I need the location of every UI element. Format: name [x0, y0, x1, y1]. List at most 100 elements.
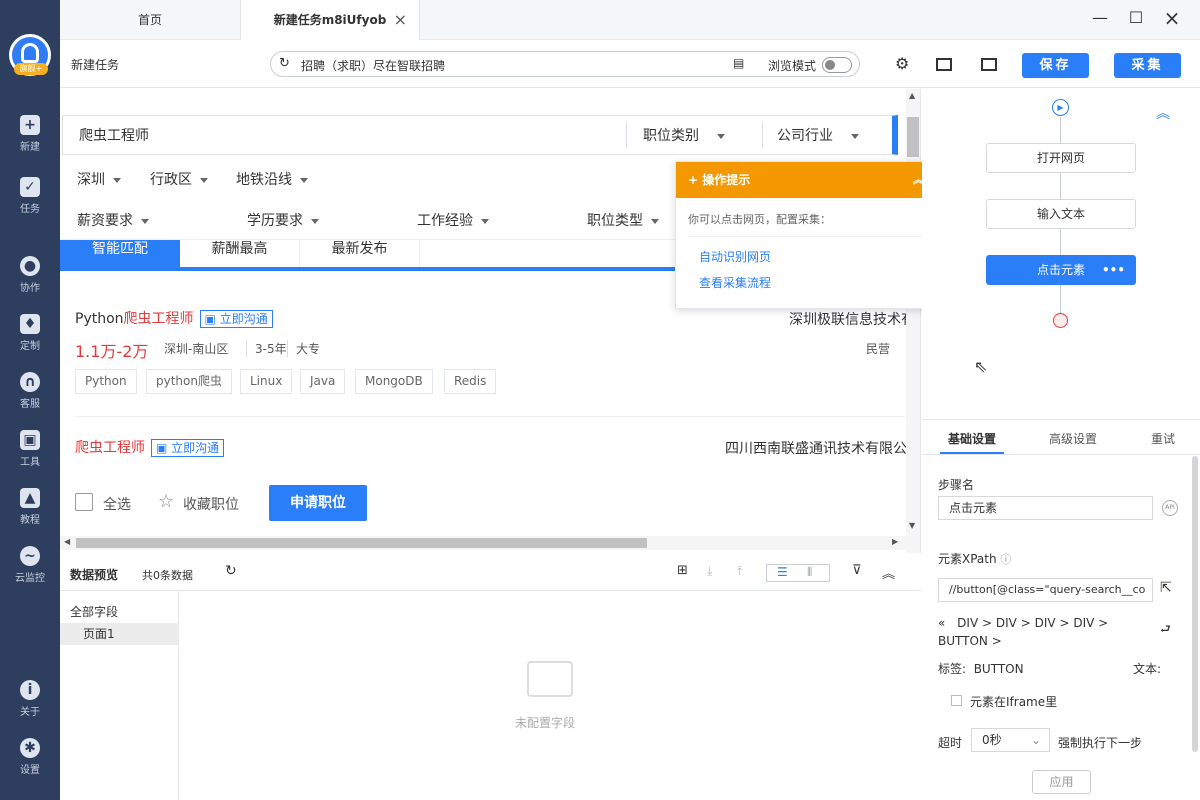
iframe-checkbox[interactable]	[951, 695, 962, 706]
company-name-2[interactable]: 四川西南联盛通讯技术有限公	[725, 438, 907, 458]
timeout-select[interactable]: 0秒 ⌄	[971, 728, 1050, 752]
sort-tab-smart[interactable]: 智能匹配	[60, 240, 180, 267]
filter-education[interactable]: 学历要求	[247, 210, 319, 230]
scroll-up-icon[interactable]: ▲	[909, 91, 915, 100]
filter-label: 学历要求	[247, 213, 303, 229]
sidebar-item-tools[interactable]: ▣ 工具	[0, 430, 60, 480]
chat-button[interactable]: ▣ 立即沟通	[151, 439, 225, 457]
filter-salary[interactable]: 薪资要求	[77, 210, 149, 230]
search-keyword[interactable]: 爬虫工程师	[79, 125, 149, 145]
sidebar-item-service[interactable]: ∩ 客服	[0, 372, 60, 422]
tab-new-task[interactable]: 新建任务m8iUfyob ×	[240, 0, 420, 41]
all-fields-item[interactable]: 全部字段	[70, 603, 118, 620]
view-toggle[interactable]: ☰ ⦀	[766, 564, 830, 582]
help-icon[interactable]: ⓘ	[1000, 553, 1011, 566]
list-view-icon[interactable]: ☰	[777, 565, 788, 579]
vertical-scrollbar[interactable]: ▲ ▼	[906, 89, 920, 553]
filter-district[interactable]: 行政区	[150, 169, 208, 189]
path-part[interactable]: DIV	[996, 616, 1017, 630]
industry-select[interactable]: 公司行业	[777, 125, 859, 145]
sidebar-item-settings[interactable]: ✱ 设置	[0, 738, 60, 788]
api-icon[interactable]: API	[1162, 500, 1178, 516]
tab-basic-settings[interactable]: 基础设置	[948, 430, 996, 447]
path-part[interactable]: BUTTON	[938, 634, 988, 648]
flow-node-open-page[interactable]: 打开网页	[986, 143, 1136, 173]
company-type: 民营	[866, 342, 891, 356]
star-icon[interactable]: ☆	[158, 491, 174, 512]
page-item[interactable]: 页面1	[60, 623, 179, 645]
sidebar-item-new[interactable]: + 新建	[0, 115, 60, 165]
apply-settings-button[interactable]: 应用	[1032, 770, 1091, 794]
sort-tab-latest[interactable]: 最新发布	[300, 240, 420, 267]
scroll-down-icon[interactable]: ▼	[909, 521, 915, 530]
return-icon[interactable]: ⮐	[1160, 620, 1171, 641]
settings-gear-icon[interactable]: ⚙	[895, 54, 909, 73]
collect-button[interactable]: 采集	[1114, 53, 1181, 78]
filter-experience[interactable]: 工作经验	[417, 210, 489, 230]
app-logo[interactable]: 旗舰+	[9, 34, 51, 76]
step-name-input[interactable]: 点击元素	[938, 496, 1153, 520]
download-icon[interactable]: ⤓	[707, 564, 712, 579]
sidebar-item-team[interactable]: ● 协作	[0, 256, 60, 306]
path-back-icon[interactable]: «	[938, 616, 945, 630]
filter-icon[interactable]: ⊽	[852, 563, 862, 578]
scroll-left-icon[interactable]: ◀	[64, 537, 70, 546]
auto-detect-link[interactable]: 自动识别网页	[699, 248, 771, 265]
refresh-icon[interactable]: ↻	[225, 563, 237, 579]
tab-home[interactable]: 首页	[60, 0, 240, 40]
tab-advanced-settings[interactable]: 高级设置	[1049, 430, 1097, 447]
sidebar-item-about[interactable]: i 关于	[0, 680, 60, 730]
layout-bottom-icon[interactable]	[936, 58, 952, 71]
save-button[interactable]: 保存	[1022, 53, 1089, 78]
flow-node-input-text[interactable]: 输入文本	[986, 199, 1136, 229]
hscroll-thumb[interactable]	[76, 538, 647, 548]
maximize-icon[interactable]: ☐	[1124, 8, 1148, 28]
end-node-icon[interactable]	[1053, 313, 1068, 328]
job-search-bar[interactable]: 爬虫工程师 职位类别 公司行业	[62, 115, 898, 155]
filter-subway[interactable]: 地铁沿线	[236, 169, 308, 189]
filter-job-type[interactable]: 职位类型	[587, 210, 659, 230]
apply-button[interactable]: 申请职位	[269, 485, 367, 521]
scroll-right-icon[interactable]: ▶	[892, 537, 898, 546]
column-view-icon[interactable]: ⦀	[807, 565, 812, 580]
settings-scrollbar[interactable]	[1192, 456, 1198, 752]
more-icon[interactable]: •••	[1102, 256, 1125, 284]
select-all-checkbox[interactable]	[75, 493, 93, 511]
refresh-icon[interactable]: ↻	[279, 56, 290, 71]
job-category-select[interactable]: 职位类别	[643, 125, 725, 145]
filter-label: 行政区	[150, 172, 192, 188]
start-node-icon[interactable]: ▶	[1052, 99, 1069, 116]
page-icon[interactable]: ▤	[733, 56, 744, 70]
close-window-icon[interactable]: ×	[1160, 8, 1184, 28]
favorite-label[interactable]: 收藏职位	[183, 494, 239, 514]
sort-tab-salary[interactable]: 薪酬最高	[180, 240, 300, 267]
minimize-icon[interactable]: —	[1088, 8, 1112, 28]
view-flow-link[interactable]: 查看采集流程	[699, 274, 771, 291]
upload-icon[interactable]: ⤒	[737, 564, 742, 579]
job-title-1[interactable]: Python爬虫工程师 ▣ 立即沟通	[75, 308, 273, 328]
task-title: 新建任务	[71, 58, 120, 72]
add-field-icon[interactable]: ⊞	[677, 563, 688, 578]
sidebar-item-tutorial[interactable]: ▲ 教程	[0, 488, 60, 538]
chat-button[interactable]: ▣ 立即沟通	[199, 310, 273, 328]
scroll-thumb[interactable]	[907, 117, 919, 157]
browse-mode-toggle[interactable]	[822, 57, 852, 73]
sidebar-item-cloud[interactable]: ~ 云监控	[0, 546, 60, 596]
filter-city[interactable]: 深圳	[77, 169, 121, 189]
collapse-icon[interactable]: ︽	[882, 563, 895, 582]
layout-right-icon[interactable]	[981, 58, 997, 71]
path-part[interactable]: DIV	[957, 616, 978, 630]
collapse-up-icon[interactable]: ︽	[1156, 103, 1170, 123]
company-name-1[interactable]: 深圳极联信息技术有	[789, 309, 915, 329]
path-part[interactable]: DIV	[1035, 616, 1056, 630]
job-title-2[interactable]: 爬虫工程师 ▣ 立即沟通	[75, 437, 225, 457]
flow-node-click-element[interactable]: 点击元素 •••	[986, 255, 1136, 285]
sidebar-item-task[interactable]: ✓ 任务	[0, 177, 60, 227]
xpath-input[interactable]: //button[@class="query-search__co	[938, 578, 1153, 602]
close-tab-icon[interactable]: ×	[394, 0, 407, 40]
tab-retry[interactable]: 重试	[1151, 430, 1175, 447]
pick-element-icon[interactable]: ⇱	[1160, 580, 1172, 596]
sidebar-item-custom[interactable]: ♦ 定制	[0, 314, 60, 364]
path-part[interactable]: DIV	[1073, 616, 1094, 630]
horizontal-scrollbar[interactable]: ◀ ▶	[60, 536, 907, 550]
